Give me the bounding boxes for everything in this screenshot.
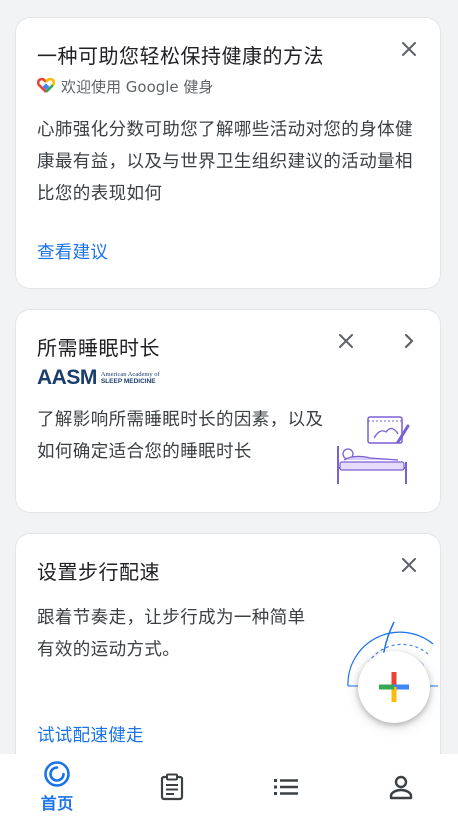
plus-icon [379, 672, 409, 702]
aasm-logo-text: AASM [37, 366, 97, 389]
sleep-illustration-icon [334, 416, 412, 490]
aasm-sub-line-2: SLEEP MEDICINE [100, 378, 156, 385]
add-activity-button[interactable] [358, 651, 430, 723]
nav-item-profile[interactable] [344, 754, 458, 820]
walking-pace-card: 设置步行配速 跟着节奏走，让步行成为一种简单有效的运动方式。 试试配速健走 [16, 534, 440, 774]
sleep-card-title: 所需睡眠时长 [37, 336, 160, 360]
intro-card-body: 心肺强化分数可助您了解哪些活动对您的身体健康最有益，以及与世界卫生组织建议的活动… [37, 120, 413, 204]
close-icon[interactable] [332, 327, 360, 355]
walking-pace-title: 设置步行配速 [37, 560, 160, 584]
try-pace-walking-link[interactable]: 试试配速健走 [37, 722, 144, 747]
journal-icon [160, 773, 183, 801]
sleep-card[interactable]: 所需睡眠时长 AASM American Academy of SLEEP ME… [16, 310, 440, 512]
walking-pace-body: 跟着节奏走，让步行成为一种简单有效的运动方式。 [37, 608, 306, 660]
nav-home-label: 首页 [40, 794, 74, 813]
welcome-line: 欢迎使用 Google 健身 [36, 76, 214, 97]
home-icon [44, 761, 71, 787]
browse-icon [274, 779, 299, 795]
nav-item-journal[interactable] [115, 754, 230, 820]
close-icon[interactable] [395, 551, 423, 579]
sleep-card-body: 了解影响所需睡眠时长的因素，以及如何确定适合您的睡眠时长 [37, 410, 324, 462]
view-recommendations-link[interactable]: 查看建议 [37, 239, 108, 264]
aasm-sub-line-1: American Academy of [100, 371, 160, 378]
nav-item-home[interactable]: 首页 [0, 754, 115, 820]
close-icon[interactable] [395, 35, 423, 63]
nav-item-browse[interactable] [229, 754, 344, 820]
intro-card-title: 一种可助您轻松保持健康的方法 [37, 44, 324, 68]
aasm-partner-logo: AASM American Academy of SLEEP MEDICINE [37, 366, 160, 390]
welcome-text: 欢迎使用 Google 健身 [61, 78, 214, 96]
bottom-navigation: 首页 [0, 754, 458, 820]
aasm-logo-subtitle: American Academy of SLEEP MEDICINE [101, 371, 160, 385]
google-fit-logo-icon [36, 77, 56, 97]
profile-icon [389, 775, 412, 800]
intro-card: 一种可助您轻松保持健康的方法 欢迎使用 Google 健身 心肺强化分数可助您了… [16, 18, 440, 288]
chevron-right-icon[interactable] [395, 327, 423, 355]
